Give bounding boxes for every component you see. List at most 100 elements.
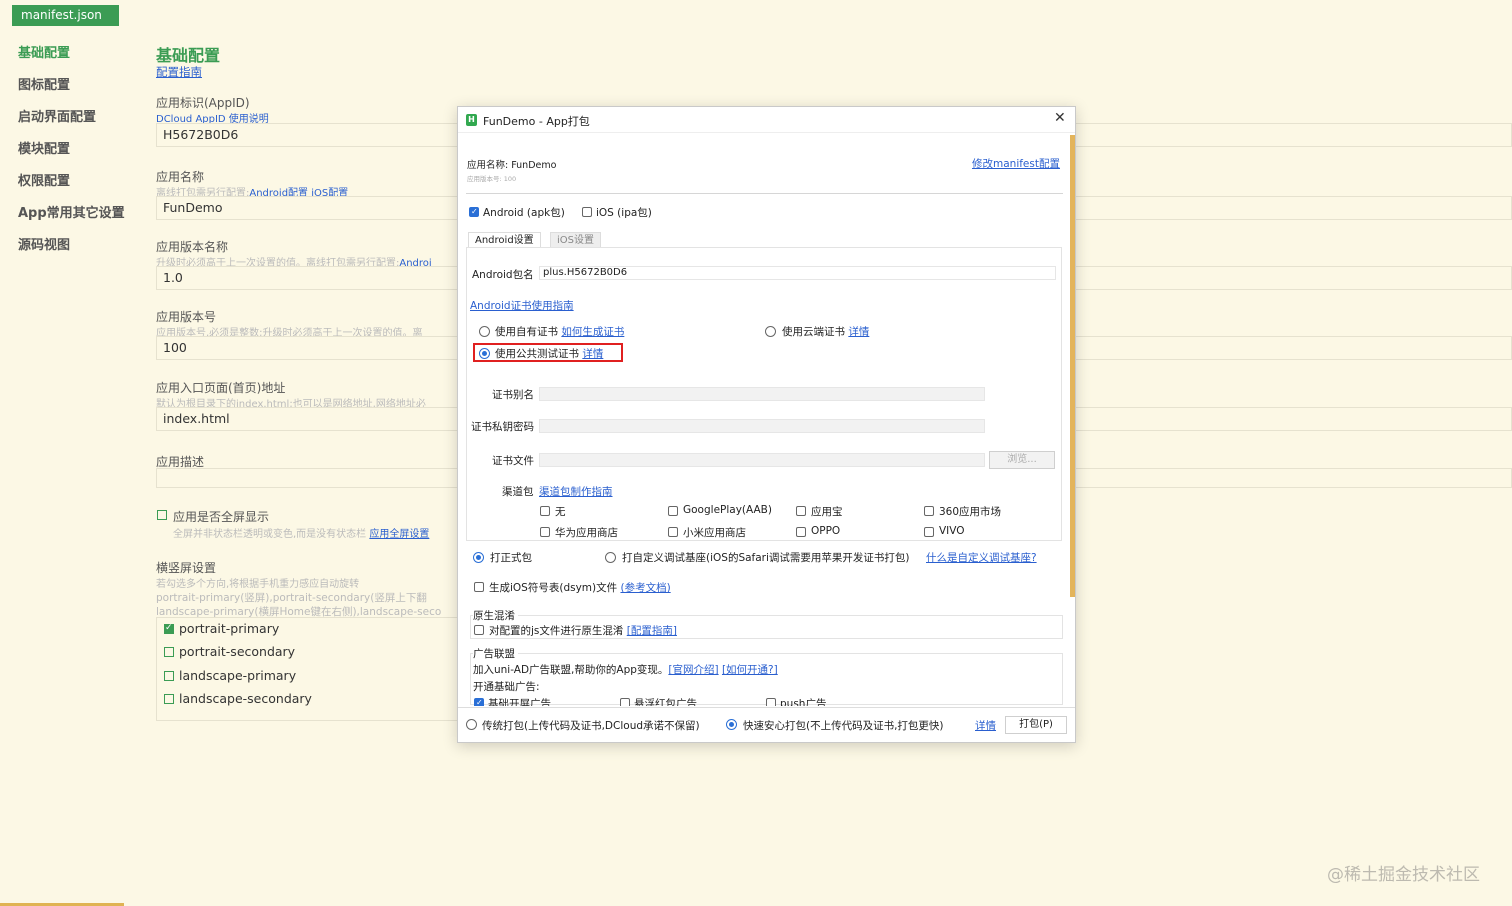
public-cert-radio[interactable]	[479, 348, 490, 359]
fast-pack-radio[interactable]	[726, 719, 737, 730]
version-code-label: 应用版本号	[156, 310, 217, 324]
channel-label-item: 小米应用商店	[683, 527, 746, 539]
channel-checkbox[interactable]	[924, 527, 934, 537]
ad-option-label: 悬浮红包广告	[634, 698, 697, 706]
appid-label: 应用标识(AppID)	[156, 96, 250, 110]
file-tab-manifest[interactable]: manifest.json	[12, 5, 119, 26]
dialog-app-name: 应用名称: FunDemo	[467, 160, 557, 171]
cert-file-field[interactable]	[539, 453, 985, 467]
dsym-checkbox[interactable]	[474, 582, 484, 592]
traditional-pack-radio[interactable]	[466, 719, 477, 730]
sidebar-item-modules[interactable]: 模块配置	[18, 138, 70, 157]
traditional-pack-label: 传统打包(上传代码及证书,DCloud承诺不保留)	[482, 720, 700, 732]
sidebar-item-app-other[interactable]: App常用其它设置	[18, 202, 125, 221]
page-title: 基础配置	[156, 46, 221, 65]
release-build-radio[interactable]	[473, 552, 484, 563]
ad-option-checkbox[interactable]	[766, 698, 776, 706]
tab-ios-settings[interactable]: iOS设置	[550, 232, 601, 247]
ad-union-title: 广告联盟	[473, 646, 518, 661]
dsym-doc-link[interactable]: (参考文档)	[620, 582, 670, 594]
channel-guide-link[interactable]: 渠道包制作指南	[539, 484, 613, 499]
fast-pack-detail-link[interactable]: 详情	[975, 718, 996, 733]
custom-base-help-link[interactable]: 什么是自定义调试基座?	[926, 550, 1037, 565]
divider	[466, 193, 1063, 194]
app-pack-dialog: H FunDemo - App打包 ✕ 应用名称: FunDemo 应用版本号:…	[457, 106, 1076, 743]
channel-checkbox[interactable]	[540, 506, 550, 516]
ios-checkbox-label: iOS (ipa包)	[596, 207, 652, 219]
orientation-option-label: landscape-primary	[179, 668, 297, 683]
entry-label: 应用入口页面(首页)地址	[156, 381, 286, 395]
orientation-checkbox[interactable]	[164, 647, 174, 657]
package-name-field[interactable]: plus.H5672B0D6	[539, 266, 1056, 280]
fullscreen-checkbox[interactable]	[157, 510, 167, 520]
sidebar-item-splash[interactable]: 启动界面配置	[18, 106, 96, 125]
android-checkbox-label: Android (apk包)	[483, 207, 565, 219]
channel-label-item: VIVO	[939, 525, 965, 537]
channel-checkbox[interactable]	[796, 527, 806, 537]
cert-alias-field[interactable]	[539, 387, 985, 401]
version-name-label: 应用版本名称	[156, 240, 229, 254]
channel-checkbox[interactable]	[796, 506, 806, 516]
cloud-cert-radio[interactable]	[765, 326, 776, 337]
channel-checkbox[interactable]	[924, 506, 934, 516]
cert-password-label: 证书私钥密码	[471, 421, 534, 433]
own-cert-radio[interactable]	[479, 326, 490, 337]
orientation-option-label: portrait-secondary	[179, 644, 296, 659]
fullscreen-setting-link[interactable]: 应用全屏设置	[369, 529, 429, 540]
sidebar-item-basic[interactable]: 基础配置	[18, 42, 70, 61]
native-obfuscation-checkbox[interactable]	[474, 625, 484, 635]
config-guide-link[interactable]: 配置指南	[156, 64, 202, 80]
release-build-label: 打正式包	[490, 552, 532, 564]
public-cert-label: 使用公共测试证书 详情	[495, 348, 604, 360]
modify-manifest-link[interactable]: 修改manifest配置	[972, 156, 1060, 171]
tab-android-settings[interactable]: Android设置	[468, 232, 541, 247]
own-cert-label: 使用自有证书 如何生成证书	[495, 326, 625, 338]
native-obfuscation-title: 原生混淆	[473, 608, 518, 623]
native-obfuscation-label: 对配置的js文件进行原生混淆 [配置指南]	[489, 625, 677, 637]
custom-base-label: 打自定义调试基座(iOS的Safari调试需要用苹果开发证书打包)	[622, 552, 910, 564]
ad-intro-link[interactable]: [官网介绍]	[668, 664, 718, 676]
dialog-titlebar: H FunDemo - App打包 ✕	[458, 107, 1075, 133]
orientation-checkbox[interactable]	[164, 623, 174, 634]
package-name-label: Android包名	[472, 269, 534, 281]
dsym-label: 生成iOS符号表(dsym)文件 (参考文档)	[489, 582, 671, 594]
android-checkbox[interactable]	[469, 207, 479, 217]
native-obfuscation-guide-link[interactable]: [配置指南]	[627, 625, 677, 637]
ad-option-checkbox[interactable]	[474, 698, 484, 706]
custom-base-radio[interactable]	[605, 552, 616, 563]
channel-label: 渠道包	[502, 486, 534, 498]
ad-option-label: 基础开屏广告	[488, 698, 551, 706]
channel-label-item: GooglePlay(AAB)	[683, 504, 772, 516]
sidebar-item-icon[interactable]: 图标配置	[18, 74, 70, 93]
close-icon[interactable]: ✕	[1054, 110, 1066, 126]
sidebar-item-source-view[interactable]: 源码视图	[18, 234, 70, 253]
dialog-scrollbar[interactable]	[1070, 135, 1075, 597]
cert-file-label: 证书文件	[492, 455, 534, 467]
ios-checkbox[interactable]	[582, 207, 592, 217]
channel-label-item: 应用宝	[811, 506, 843, 518]
pack-button[interactable]: 打包(P)	[1005, 716, 1067, 734]
ad-basic-label: 开通基础广告:	[473, 681, 540, 693]
cert-guide-link[interactable]: Android证书使用指南	[470, 298, 574, 313]
dialog-version: 应用版本号: 100	[467, 175, 517, 183]
cert-alias-label: 证书别名	[492, 389, 534, 401]
cloud-cert-detail-link[interactable]: 详情	[848, 326, 869, 338]
watermark-text: @稀土掘金技术社区	[1327, 865, 1480, 885]
ad-open-link[interactable]: [如何开通?]	[722, 664, 778, 676]
how-to-generate-cert-link[interactable]: 如何生成证书	[561, 326, 624, 338]
browse-button[interactable]: 浏览...	[989, 451, 1055, 469]
channel-checkbox[interactable]	[540, 527, 550, 537]
sidebar-item-permissions[interactable]: 权限配置	[18, 170, 70, 189]
footer-divider	[458, 707, 1075, 708]
ad-option-checkbox[interactable]	[620, 698, 630, 706]
orientation-checkbox[interactable]	[164, 694, 174, 704]
orientation-option-label: landscape-secondary	[179, 691, 312, 706]
fullscreen-hint: 全屏并非状态栏透明或变色,而是没有状态栏 应用全屏设置	[173, 529, 430, 540]
orientation-checkbox[interactable]	[164, 671, 174, 681]
cert-password-field[interactable]	[539, 419, 985, 433]
channel-checkbox[interactable]	[668, 506, 678, 516]
fast-pack-label: 快速安心打包(不上传代码及证书,打包更快)	[743, 720, 944, 732]
channel-label-item: 华为应用商店	[555, 527, 618, 539]
public-cert-detail-link[interactable]: 详情	[582, 348, 603, 360]
channel-checkbox[interactable]	[668, 527, 678, 537]
